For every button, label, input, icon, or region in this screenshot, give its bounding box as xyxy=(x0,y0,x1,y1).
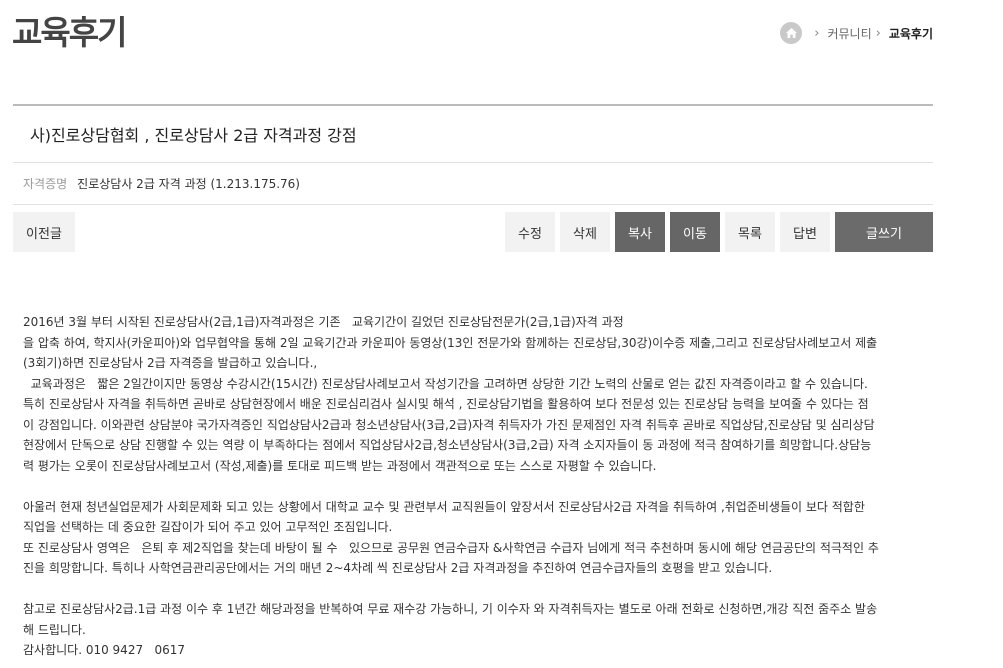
post-content: 2016년 3월 부터 시작된 진로상담사(2급,1급)자격과정은 기존 교육기… xyxy=(23,312,948,661)
content-line: 참고로 진로상담사2급.1급 과정 이수 후 1년간 해당과정을 반복하여 무료… xyxy=(23,602,878,616)
edit-button[interactable]: 수정 xyxy=(505,212,555,252)
post-meta: 자격증명 진로상담사 2급 자격 과정 (1.213.175.76) xyxy=(13,163,933,205)
content-line: (3회기)하면 진로상담사 2급 자격증을 발급하고 있습니다., xyxy=(23,356,318,370)
content-line: 현장에서 단독으로 상담 진행할 수 있는 역량 이 부족하다는 점에서 직업상… xyxy=(23,438,872,452)
content-line: 또 진로상담사 영역은 은퇴 후 제2직업을 찾는데 바탕이 될 수 있으므로 … xyxy=(23,540,879,555)
content-line: 교육과정은 짧은 2일간이지만 동영상 수강시간(15시간) 진로상담사례보고서… xyxy=(23,376,868,391)
post-title: 사)진로상담협회 , 진로상담사 2급 자격과정 강점 xyxy=(13,106,933,163)
delete-button[interactable]: 삭제 xyxy=(560,212,610,252)
prev-post-button[interactable]: 이전글 xyxy=(13,212,75,252)
content-line: 아울러 현재 청년실업문제가 사회문제화 되고 있는 상황에서 대학교 교수 및… xyxy=(23,499,865,514)
content-line: 을 압축 하여, 학지사(카운피아)와 업무협약을 통해 2일 교육기간과 카운… xyxy=(23,335,878,350)
write-button[interactable]: 글쓰기 xyxy=(835,212,933,252)
content-line: 직업을 선택하는 데 중요한 길잡이가 되어 주고 있어 고무적인 조짐입니다. xyxy=(23,520,393,534)
home-icon[interactable] xyxy=(780,22,803,44)
content-line: 이 강점입니다. 이와관련 상담분야 국가자격증인 직업상담사2급과 청소년상담… xyxy=(23,417,875,432)
breadcrumb-item-current[interactable]: 교육후기 xyxy=(889,25,933,42)
content-line: 특히 진로상담사 자격을 취득하면 곧바로 상담현장에서 배운 진로심리검사 실… xyxy=(23,397,869,411)
meta-label: 자격증명 xyxy=(23,177,68,191)
content-line: 감사합니다. 010 9427 0617 xyxy=(23,643,186,657)
content-line: 력 평가는 오롯이 진로상담사례보고서 (작성,제출)를 토대로 피드백 받는 … xyxy=(23,458,657,473)
move-button[interactable]: 이동 xyxy=(670,212,720,252)
breadcrumb-item-community[interactable]: 커뮤니티 xyxy=(827,25,871,42)
reply-button[interactable]: 답변 xyxy=(780,212,830,252)
chevron-right-icon: › xyxy=(814,25,820,41)
post-header: 사)진로상담협회 , 진로상담사 2급 자격과정 강점 자격증명 진로상담사 2… xyxy=(13,104,933,205)
content-line: 진을 희망합니다. 특히나 사학연금관리공단에서는 거의 매년 2~4차례 씩 … xyxy=(23,561,773,575)
breadcrumb: › 커뮤니티 › 교육후기 xyxy=(780,22,933,44)
list-button[interactable]: 목록 xyxy=(725,212,775,252)
content-line: 2016년 3월 부터 시작된 진로상담사(2급,1급)자격과정은 기존 교육기… xyxy=(23,315,624,329)
content-line: 해 드립니다. xyxy=(23,622,86,637)
copy-button[interactable]: 복사 xyxy=(615,212,665,252)
chevron-right-icon: › xyxy=(875,25,881,41)
page-title: 교육후기 xyxy=(12,13,127,52)
meta-value: 진로상담사 2급 자격 과정 (1.213.175.76) xyxy=(77,177,300,191)
